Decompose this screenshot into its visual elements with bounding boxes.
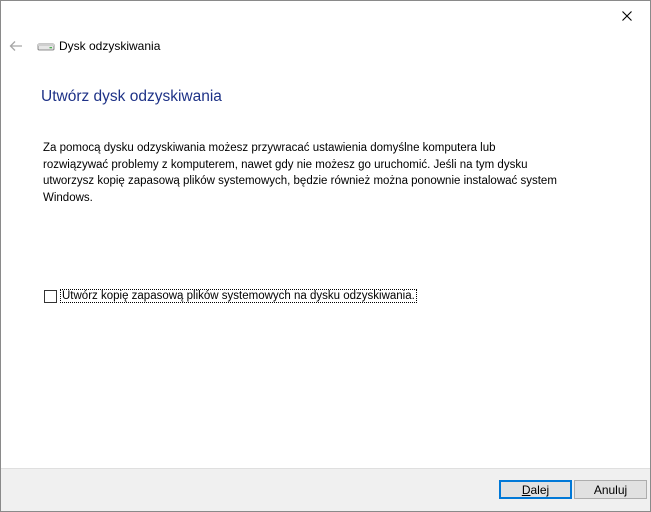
drive-icon	[37, 43, 55, 51]
cancel-button-label: Anuluj	[593, 482, 628, 497]
backup-system-files-checkbox[interactable]: Utwórz kopię zapasową plików systemowych…	[44, 289, 417, 303]
recovery-drive-window: Dysk odzyskiwania Utwórz dysk odzyskiwan…	[0, 0, 651, 512]
next-button-label: alej	[530, 482, 550, 497]
footer-bar: Dalej Anuluj	[1, 468, 650, 511]
page-title: Utwórz dysk odzyskiwania	[41, 88, 222, 105]
next-button-accel: D	[521, 482, 531, 497]
close-icon	[622, 10, 632, 21]
description-text: Za pomocą dysku odzyskiwania możesz przy…	[43, 142, 557, 204]
checkbox-box[interactable]	[44, 289, 57, 303]
cancel-button[interactable]: Anuluj	[574, 480, 647, 499]
back-arrow-icon	[9, 41, 22, 51]
breadcrumb-title: Dysk odzyskiwania	[59, 39, 161, 53]
checkbox-label[interactable]: Utwórz kopię zapasową plików systemowych…	[60, 289, 417, 303]
breadcrumb: Dysk odzyskiwania	[37, 39, 160, 53]
back-button[interactable]	[7, 37, 25, 55]
close-button[interactable]	[604, 1, 650, 30]
next-button[interactable]: Dalej	[499, 480, 572, 499]
